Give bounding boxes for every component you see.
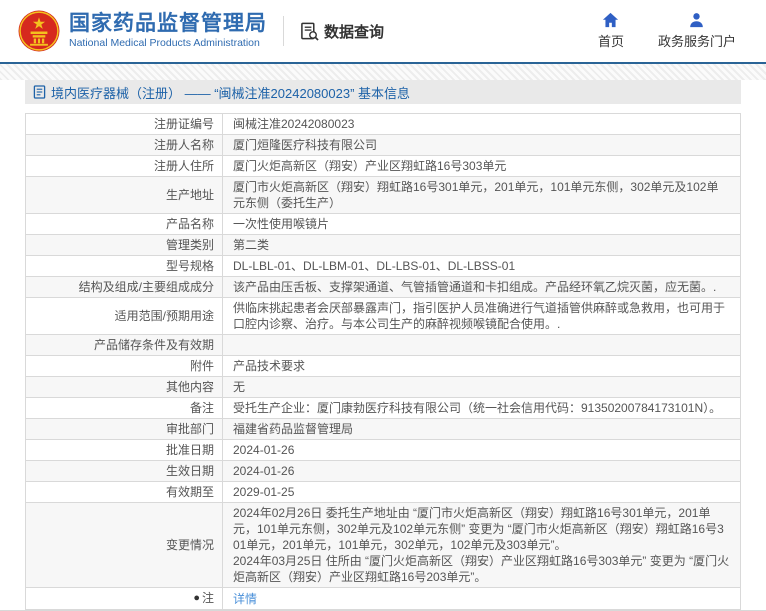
- field-value: 闽械注准20242080023: [222, 113, 741, 135]
- breadcrumb-text: 境内医疗器械（注册） —— “闽械注准20242080023” 基本信息: [51, 85, 411, 101]
- table-row: 生效日期 2024-01-26: [25, 460, 741, 482]
- table-row: 产品储存条件及有效期: [25, 334, 741, 356]
- field-value: 无: [222, 376, 741, 398]
- field-value: 2024年02月26日 委托生产地址由 “厦门市火炬高新区（翔安）翔虹路16号3…: [222, 502, 741, 588]
- field-value: 厦门烜隆医疗科技有限公司: [222, 134, 741, 156]
- table-row: ● 注详情: [25, 587, 741, 610]
- field-value: [222, 334, 741, 356]
- field-value: 一次性使用喉镜片: [222, 213, 741, 235]
- table-row: 产品名称 一次性使用喉镜片: [25, 213, 741, 235]
- table-row: 批准日期 2024-01-26: [25, 439, 741, 461]
- field-label: 有效期至: [25, 481, 223, 503]
- field-value: 2024-01-26: [222, 460, 741, 482]
- field-value: DL-LBL-01、DL-LBM-01、DL-LBS-01、DL-LBSS-01: [222, 255, 741, 277]
- field-label: 审批部门: [25, 418, 223, 440]
- note-icon: ●: [193, 592, 200, 604]
- info-table-body: 注册证编号 闽械注准20242080023 注册人名称 厦门烜隆医疗科技有限公司 注册人…: [25, 113, 741, 610]
- table-row: 适用范围/预期用途 供临床挑起患者会厌部暴露声门，指引医护人员准确进行气道插管供麻…: [25, 297, 741, 335]
- table-row: 注册人住所 厦门火炬高新区（翔安）产业区翔虹路16号303单元: [25, 155, 741, 177]
- table-row: 注册证编号 闽械注准20242080023: [25, 113, 741, 135]
- field-label: 型号规格: [25, 255, 223, 277]
- field-value: 第二类: [222, 234, 741, 256]
- field-label: 备注: [25, 397, 223, 419]
- table-row: 型号规格 DL-LBL-01、DL-LBM-01、DL-LBS-01、DL-LBS…: [25, 255, 741, 277]
- table-row: 变更情况 2024年02月26日 委托生产地址由 “厦门市火炬高新区（翔安）翔虹路…: [25, 502, 741, 588]
- site-subtitle: National Medical Products Administration: [69, 37, 260, 49]
- field-value: 该产品由压舌板、支撑架通道、气管插管通道和卡扣组成。产品经环氧乙烷灭菌，应无菌。…: [222, 276, 741, 298]
- breadcrumb: 境内医疗器械（注册） —— “闽械注准20242080023” 基本信息: [25, 80, 741, 104]
- site-title: 国家药品监督管理局: [69, 12, 267, 35]
- table-row: 生产地址 厦门市火炬高新区（翔安）翔虹路16号301单元，201单元，101单元东…: [25, 176, 741, 214]
- header-divider: [283, 16, 284, 46]
- content: 境内医疗器械（注册） —— “闽械注准20242080023” 基本信息 注册证…: [25, 80, 741, 610]
- data-query-label: 数据查询: [324, 23, 385, 41]
- field-value: 受托生产企业：厦门康勃医疗科技有限公司（统一社会信用代码：91350200784…: [222, 397, 741, 419]
- table-row: 管理类别 第二类: [25, 234, 741, 256]
- header: 国家药品监督管理局 National Medical Products Admi…: [0, 0, 766, 64]
- field-value: 厦门火炬高新区（翔安）产业区翔虹路16号303单元: [222, 155, 741, 177]
- field-label: 注册人名称: [25, 134, 223, 156]
- field-label: 生效日期: [25, 460, 223, 482]
- details-link[interactable]: 详情: [233, 592, 257, 606]
- field-value: 2029-01-25: [222, 481, 741, 503]
- table-row: 备注 受托生产企业：厦门康勃医疗科技有限公司（统一社会信用代码：913502007…: [25, 397, 741, 419]
- field-label: 产品名称: [25, 213, 223, 235]
- data-query-button[interactable]: 数据查询: [300, 21, 384, 42]
- field-label: 生产地址: [25, 176, 223, 214]
- field-value: 供临床挑起患者会厌部暴露声门，指引医护人员准确进行气道插管供麻醉或急救用，也可用…: [222, 297, 741, 335]
- home-icon: [603, 12, 619, 28]
- content-gap: [25, 104, 741, 113]
- field-value: 2024-01-26: [222, 439, 741, 461]
- table-row: 有效期至 2029-01-25: [25, 481, 741, 503]
- field-label: 管理类别: [25, 234, 223, 256]
- nav-home-label: 首页: [597, 34, 624, 49]
- user-icon: [690, 13, 704, 28]
- field-label: 适用范围/预期用途: [25, 297, 223, 335]
- table-row: 其他内容无: [25, 376, 741, 398]
- nav-item-home[interactable]: 首页: [598, 12, 624, 50]
- document-icon: [33, 85, 46, 99]
- field-label: 附件: [25, 355, 223, 377]
- document-search-icon: [301, 22, 319, 41]
- table-row: 审批部门 福建省药品监督管理局: [25, 418, 741, 440]
- field-value: 详情: [222, 587, 741, 610]
- field-value: 产品技术要求: [222, 355, 741, 377]
- table-row: 注册人名称 厦门烜隆医疗科技有限公司: [25, 134, 741, 156]
- field-label: 注册人住所: [25, 155, 223, 177]
- field-value: 福建省药品监督管理局: [222, 418, 741, 440]
- field-label: 其他内容: [25, 376, 223, 398]
- brand[interactable]: 国家药品监督管理局 National Medical Products Admi…: [18, 10, 267, 52]
- field-label: 变更情况: [25, 502, 223, 588]
- page: 国家药品监督管理局 National Medical Products Admi…: [0, 0, 766, 611]
- field-label: 注册证编号: [25, 113, 223, 135]
- nav-gov-portal-label: 政务服务门户: [657, 34, 736, 49]
- field-label: 产品储存条件及有效期: [25, 334, 223, 356]
- field-label: 批准日期: [25, 439, 223, 461]
- table-row: 附件 产品技术要求: [25, 355, 741, 377]
- field-label: ● 注: [25, 587, 223, 610]
- main: 境内医疗器械（注册） —— “闽械注准20242080023” 基本信息 注册证…: [0, 80, 766, 610]
- field-label: 结构及组成/主要组成成分: [25, 276, 223, 298]
- hatch-strip: [0, 64, 766, 80]
- national-emblem-icon: [18, 10, 60, 52]
- info-table: 注册证编号 闽械注准20242080023 注册人名称 厦门烜隆医疗科技有限公司 注册人…: [25, 113, 741, 610]
- nav-item-gov-portal[interactable]: 政务服务门户: [658, 12, 736, 50]
- table-row: 结构及组成/主要组成成分 该产品由压舌板、支撑架通道、气管插管通道和卡扣组成。产品…: [25, 276, 741, 298]
- brand-text: 国家药品监督管理局 National Medical Products Admi…: [69, 12, 267, 50]
- header-nav: 首页 政务服务门户: [598, 12, 736, 50]
- field-value: 厦门市火炬高新区（翔安）翔虹路16号301单元，201单元，101单元东侧，30…: [222, 176, 741, 214]
